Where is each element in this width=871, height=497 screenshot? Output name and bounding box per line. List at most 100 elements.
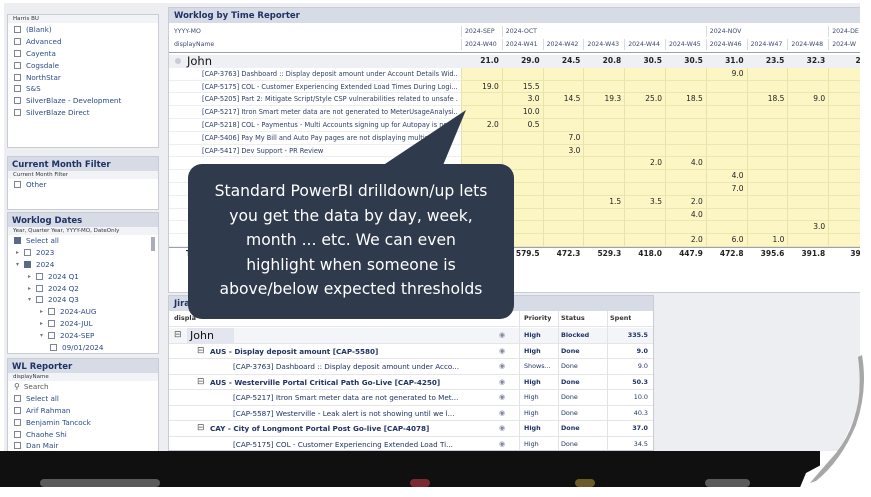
eye-icon[interactable]: ◉ [499,375,505,391]
chevron-right-icon[interactable]: ▸ [38,320,45,327]
column-header-week[interactable]: 2024-W41 [501,39,543,50]
bu-option[interactable]: Cayenta [8,48,158,60]
collapse-icon[interactable]: ⊟ [197,421,205,437]
chevron-right-icon[interactable]: ▸ [26,273,33,280]
reporter-option[interactable]: Select all [8,393,158,405]
date-tree-node[interactable]: ▾ 2024 [8,259,158,271]
chevron-right-icon[interactable]: ▸ [14,249,21,256]
chevron-down-icon[interactable]: ▾ [26,296,33,303]
bu-option[interactable]: Cogsdale [8,59,158,71]
checkbox[interactable] [24,260,31,268]
column-header-month[interactable]: 2024-NOV [705,26,828,37]
collapse-icon[interactable]: ⊟ [197,344,205,360]
checkbox[interactable] [14,49,21,57]
checkbox[interactable] [14,97,21,105]
checkbox[interactable] [14,442,21,450]
column-header-month[interactable]: 2024-DE [828,26,860,37]
checkbox[interactable] [14,26,21,34]
jira-row[interactable]: [CAP-5587] Westerville - Leak alert is n… [169,406,653,422]
current-month-option[interactable]: Other [8,179,158,191]
column-header-week[interactable]: 2024-W40 [461,39,502,50]
jira-row[interactable]: ⊟ AUS - Westerville Portal Critical Path … [169,375,653,391]
column-header-week[interactable]: 2024-W45 [665,39,706,50]
chevron-down-icon[interactable]: ▾ [14,261,21,268]
matrix-cell [542,119,584,132]
jira-row[interactable]: [CAP-5217] Itron Smart meter data are no… [169,390,653,406]
checkbox[interactable] [14,108,21,116]
column-header-week[interactable]: 2024-W46 [705,39,747,50]
column-header-week[interactable]: 2024-W48 [787,39,828,50]
eye-icon[interactable]: ◉ [499,328,505,344]
column-header-week[interactable]: 2024-W47 [746,39,788,50]
jira-row[interactable]: ⊟ John ◉ High Blocked 335.5 [169,328,653,344]
reporter-option[interactable]: Chaohe Shi [8,428,158,440]
checkbox[interactable] [14,181,21,189]
bu-option[interactable]: NorthStar [8,71,158,83]
checkbox[interactable] [14,73,21,81]
chevron-down-icon[interactable]: ▾ [38,332,45,339]
worklog-dates-scrollbar[interactable] [151,237,155,251]
eye-icon[interactable]: ◉ [499,390,505,406]
date-tree-node[interactable]: ▸ 2024-JUL [8,318,158,330]
reporter-option[interactable]: Benjamin Tancock [8,416,158,428]
checkbox[interactable] [14,406,21,414]
checkbox[interactable] [36,296,43,304]
jira-row[interactable]: ⊟ CAY - City of Longmont Portal Post Go-l… [169,421,653,437]
column-header-status[interactable]: Status [561,311,585,327]
date-tree-node[interactable]: Select all [8,235,158,247]
date-tree-node[interactable]: ▸ 2024 Q2 [8,282,158,294]
column-header-week[interactable]: 2024-W42 [542,39,584,50]
chevron-right-icon[interactable]: ▸ [38,308,45,315]
checkbox[interactable] [14,61,21,69]
checkbox[interactable] [14,395,21,403]
reporter-option[interactable]: Arif Rahman [8,405,158,417]
date-tree-node[interactable]: ▸ 2023 [8,247,158,259]
checkbox[interactable] [36,272,43,280]
date-tree-node[interactable]: 09/01/2024 [8,341,158,353]
date-tree-node[interactable]: ▸ 2024 Q1 [8,270,158,282]
expand-dot-icon[interactable] [175,58,181,64]
column-header-week[interactable]: 2024-W43 [583,39,624,50]
checkbox[interactable] [14,38,21,46]
checkbox[interactable] [14,418,21,426]
bu-option[interactable]: (Blank) [8,24,158,36]
checkbox[interactable] [14,237,21,245]
jira-row[interactable]: ⊟ AUS - Display deposit amount [CAP-5580]… [169,344,653,360]
eye-icon[interactable]: ◉ [499,344,505,360]
checkbox[interactable] [14,85,21,93]
checkbox[interactable] [50,343,57,351]
date-tree-node[interactable]: ▾ 2024 Q3 [8,294,158,306]
eye-icon[interactable]: ◉ [499,406,505,422]
collapse-icon[interactable]: ⊟ [197,375,205,391]
wl-reporter-search[interactable]: ⚲ Search [8,381,158,393]
checkbox[interactable] [24,249,31,257]
collapse-icon[interactable]: ⊟ [174,328,182,344]
taskbar-indicator [705,479,750,487]
column-header-priority[interactable]: Priority [524,311,551,327]
eye-icon[interactable]: ◉ [499,359,505,375]
bu-option[interactable]: Advanced [8,36,158,48]
checkbox[interactable] [36,284,43,292]
checkbox[interactable] [14,430,21,438]
column-header-week[interactable]: 2024-W44 [624,39,665,50]
jira-row[interactable]: [CAP-3763] Dashboard :: Display deposit … [169,359,653,375]
checkbox[interactable] [48,319,55,327]
column-header-month[interactable]: 2024-SEP [461,26,502,37]
date-tree-node[interactable]: ▾ 2024-SEP [8,329,158,341]
column-header-month[interactable]: 2024-OCT [501,26,706,37]
bu-option[interactable]: SilverBlaze Direct [8,107,158,119]
eye-icon[interactable]: ◉ [499,421,505,437]
date-tree-node[interactable]: ▸ 2024-AUG [8,306,158,318]
jira-row[interactable]: [CAP-5175] COL - Customer Experiencing E… [169,437,653,451]
column-header-week[interactable]: 2024-W [828,39,860,50]
reporter-option[interactable]: Dan Mair [8,440,158,451]
bu-option[interactable]: SilverBlaze - Development [8,95,158,107]
column-header-spent[interactable]: Spent [610,311,631,327]
bu-option[interactable]: S&S [8,83,158,95]
callout-line: month ... etc. We can even [246,231,456,250]
chevron-right-icon[interactable]: ▸ [26,285,33,292]
checkbox[interactable] [48,331,55,339]
eye-icon[interactable]: ◉ [499,437,505,451]
matrix-cell [828,144,860,158]
checkbox[interactable] [48,308,55,316]
